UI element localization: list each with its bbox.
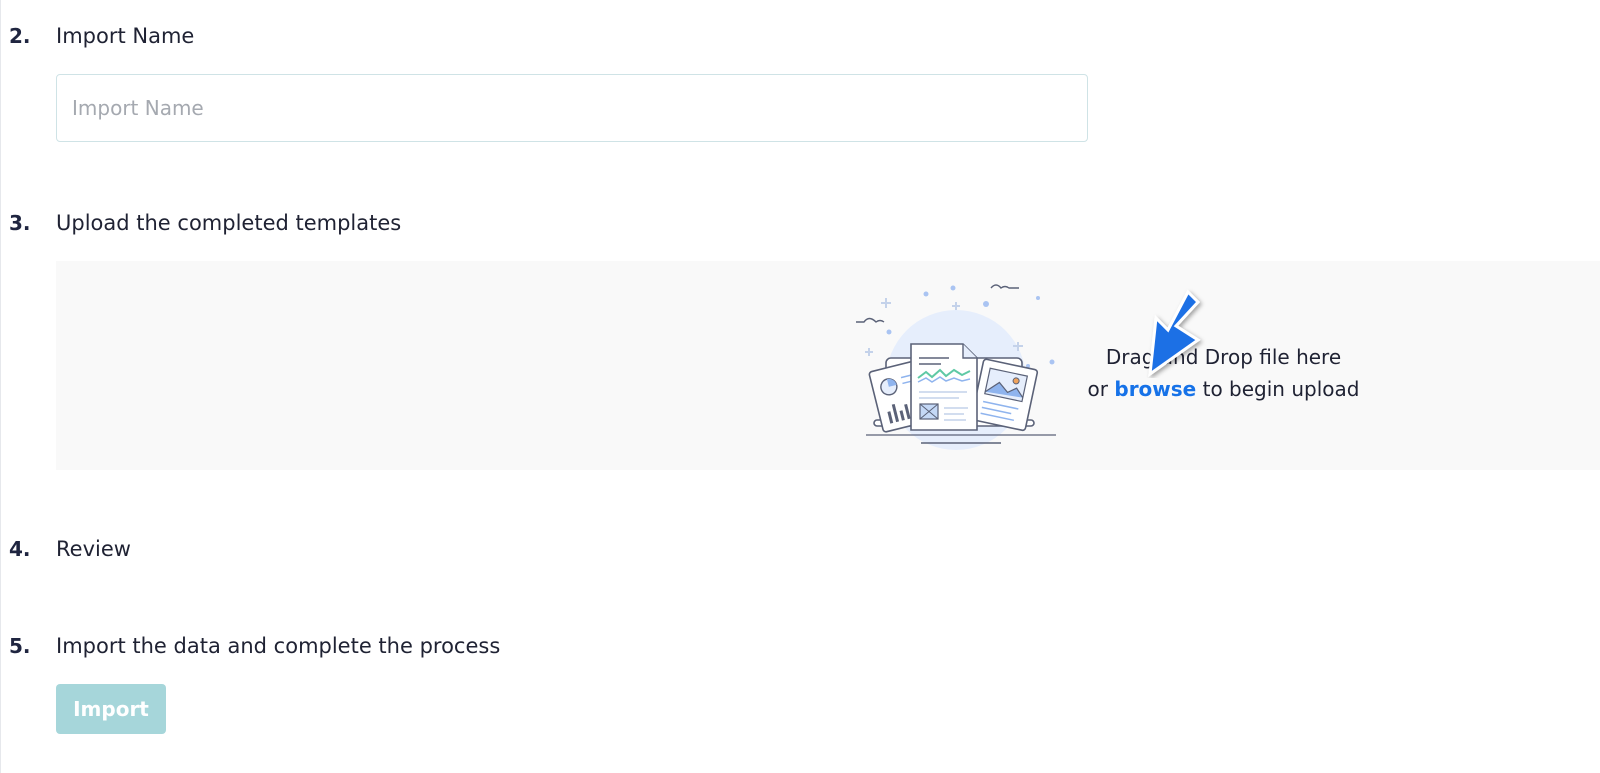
import-button[interactable]: Import [56, 684, 166, 734]
dropzone-line-1: Drag and Drop file here [1105, 345, 1342, 369]
step-number: 5. [9, 634, 31, 658]
step-title: Upload the completed templates [56, 211, 402, 235]
step-title: Import the data and complete the process [56, 634, 501, 658]
step-title: Review [56, 537, 131, 561]
import-name-input[interactable] [56, 74, 1088, 142]
browse-link[interactable]: browse [1114, 377, 1196, 401]
import-wizard: 2. Import Name 3. Upload the completed t… [0, 0, 1600, 773]
step-number: 4. [9, 537, 31, 561]
step-number: 3. [9, 211, 31, 235]
documents-upload-illustration [856, 284, 1056, 450]
dropzone-suffix: to begin upload [1196, 377, 1360, 401]
step-title: Import Name [56, 24, 195, 48]
dropzone-prefix: or [1087, 377, 1115, 401]
dropzone-line-2: or browse to begin upload [1071, 373, 1376, 405]
dropzone-instructions: Drag and Drop file here or browse to beg… [1071, 341, 1376, 405]
pointer-arrow-icon [1148, 289, 1201, 378]
step-number: 2. [9, 24, 31, 48]
